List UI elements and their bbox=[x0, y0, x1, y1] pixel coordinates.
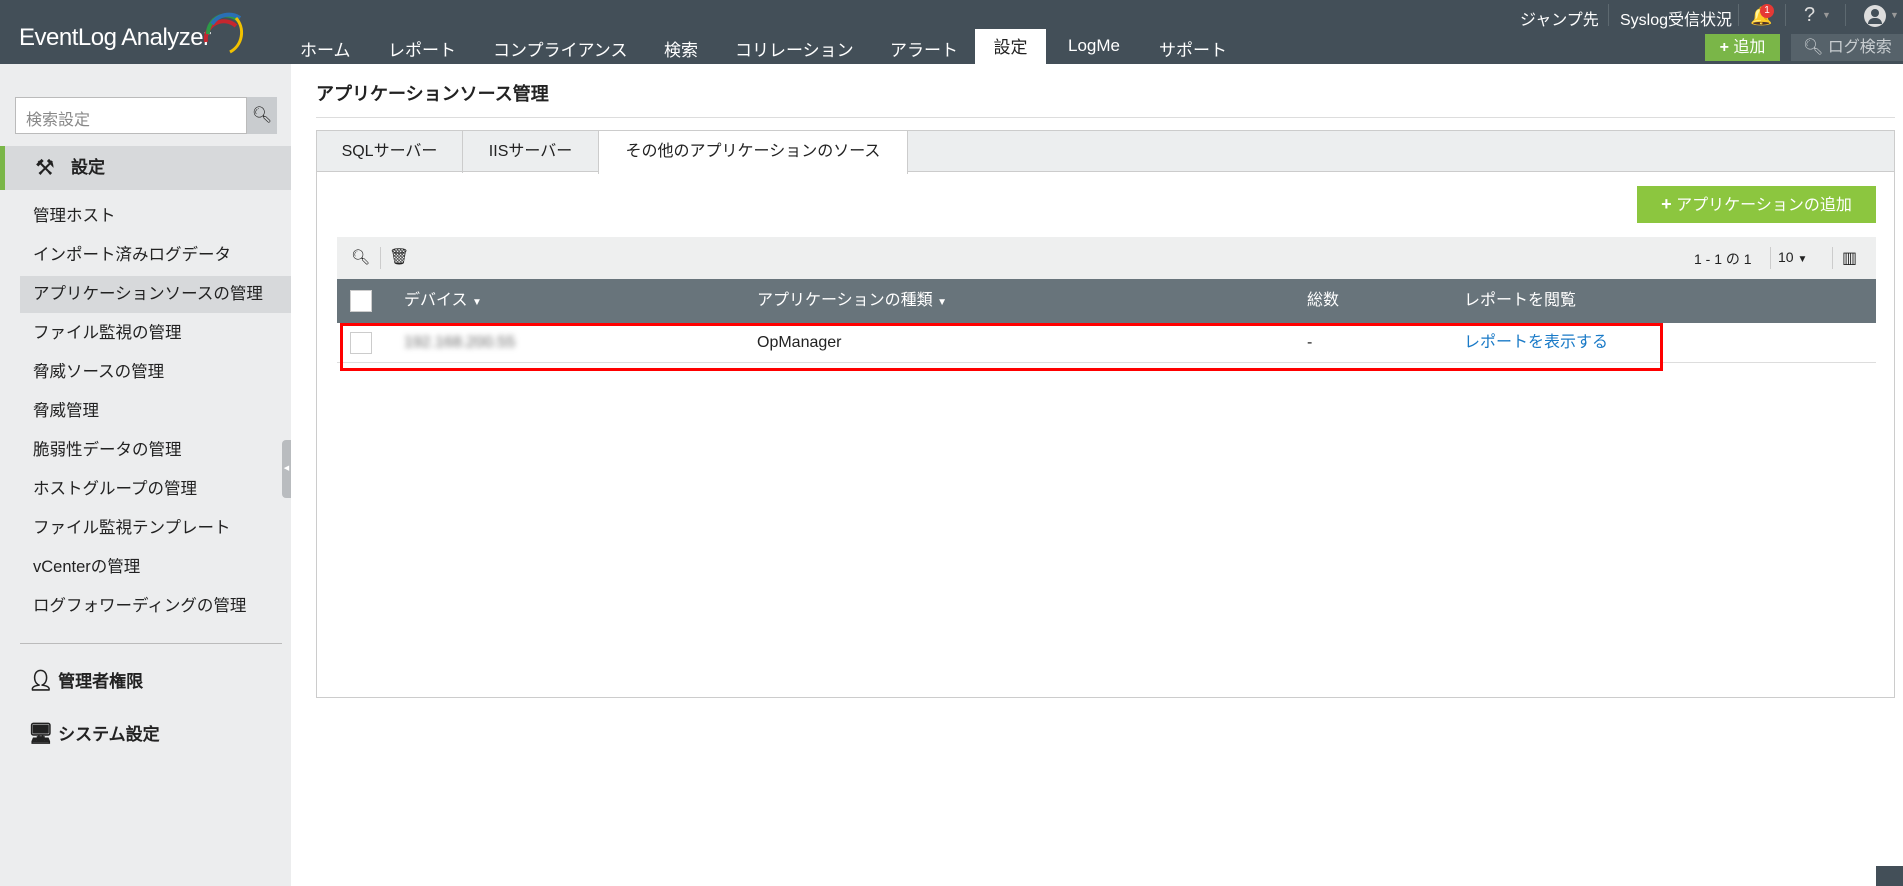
highlight-box bbox=[340, 323, 1663, 371]
syslog-status-link[interactable]: Syslog受信状況 bbox=[1620, 6, 1732, 30]
add-application-button[interactable]: + アプリケーションの追加 bbox=[1637, 186, 1876, 223]
section-label: 管理者権限 bbox=[58, 672, 144, 691]
search-button[interactable]: 🔍︎ bbox=[247, 97, 277, 134]
sort-down-icon: ▼ bbox=[937, 297, 948, 308]
sidebar-item-file-monitor-templates[interactable]: ファイル監視テンプレート bbox=[20, 510, 291, 547]
plus-icon: + bbox=[1661, 194, 1672, 214]
column-total: 総数 bbox=[1307, 292, 1340, 309]
sidebar-item-threat-management[interactable]: 脅威管理 bbox=[20, 393, 291, 430]
sidebar-item-host-groups[interactable]: ホストグループの管理 bbox=[20, 471, 291, 508]
nav-settings[interactable]: 設定 bbox=[975, 29, 1046, 64]
sidebar-item-vulnerability-data[interactable]: 脆弱性データの管理 bbox=[20, 432, 291, 469]
sidebar-item-file-monitoring[interactable]: ファイル監視の管理 bbox=[20, 315, 291, 352]
plus-icon: + bbox=[1719, 39, 1734, 56]
nav-alerts[interactable]: アラート bbox=[890, 36, 958, 61]
user-avatar-icon[interactable] bbox=[1864, 5, 1886, 27]
nav-logme[interactable]: LogMe bbox=[1068, 36, 1120, 56]
divider bbox=[20, 643, 282, 644]
chevron-down-icon: ▼ bbox=[1797, 254, 1808, 265]
divider bbox=[1845, 4, 1846, 26]
sidebar-item-imported-logs[interactable]: インポート済みログデータ bbox=[20, 237, 291, 274]
logo-arc-icon bbox=[203, 12, 244, 54]
monitor-gear-icon: 🖥︎ bbox=[28, 723, 54, 745]
notification-badge: 1 bbox=[1760, 4, 1774, 18]
tools-icon: ⚒ bbox=[35, 155, 55, 180]
tab-iis-server[interactable]: IISサーバー bbox=[463, 131, 599, 173]
nav-correlation[interactable]: コリレーション bbox=[735, 36, 854, 61]
page-size-select[interactable]: 10 ▼ bbox=[1778, 249, 1807, 265]
section-label: システム設定 bbox=[58, 725, 160, 744]
chevron-down-icon: ▼ bbox=[1890, 10, 1899, 20]
pagination-info: 1 - 1 の 1 bbox=[1694, 251, 1752, 267]
sidebar-item-threat-sources[interactable]: 脅威ソースの管理 bbox=[20, 354, 291, 391]
chat-widget-button[interactable] bbox=[1876, 866, 1903, 886]
tab-other-sources[interactable]: その他のアプリケーションのソース bbox=[598, 131, 908, 174]
settings-search-input[interactable]: 検索設定 bbox=[15, 97, 247, 134]
trash-icon[interactable]: 🗑︎ bbox=[389, 247, 409, 267]
divider bbox=[1785, 4, 1786, 26]
column-chooser-icon[interactable]: ▥ bbox=[1842, 248, 1857, 268]
add-application-label: アプリケーションの追加 bbox=[1676, 197, 1852, 214]
column-label: アプリケーションの種類 bbox=[757, 292, 933, 309]
jump-to-link[interactable]: ジャンプ先 bbox=[1520, 6, 1599, 30]
nav-support[interactable]: サポート bbox=[1159, 36, 1227, 61]
sidebar-item-managed-hosts[interactable]: 管理ホスト bbox=[20, 198, 291, 235]
table-header: デバイス ▼ アプリケーションの種類 ▼ 総数 レポートを閲覧 bbox=[337, 279, 1876, 323]
divider bbox=[316, 117, 1895, 118]
chevron-down-icon: ▼ bbox=[1822, 10, 1831, 20]
divider bbox=[380, 247, 381, 269]
notifications-button[interactable]: 🔔 1 bbox=[1750, 4, 1774, 28]
sidebar-section-settings[interactable]: ⚒ 設定 bbox=[0, 146, 291, 190]
divider bbox=[1770, 247, 1771, 269]
logo[interactable]: EventLog Analyzer bbox=[19, 24, 211, 52]
help-icon[interactable]: ? bbox=[1804, 4, 1815, 27]
section-label: 設定 bbox=[71, 158, 105, 177]
divider bbox=[1608, 4, 1609, 26]
column-app-type[interactable]: アプリケーションの種類 ▼ bbox=[757, 279, 947, 325]
page-title: アプリケーションソース管理 bbox=[316, 84, 549, 104]
collapse-sidebar-handle[interactable]: ◀ bbox=[282, 440, 291, 498]
log-search-input[interactable]: 🔍︎ ログ検索 bbox=[1791, 34, 1903, 61]
add-button[interactable]: + 追加 bbox=[1705, 34, 1780, 61]
column-device[interactable]: デバイス ▼ bbox=[404, 279, 482, 325]
search-filter-icon[interactable]: 🔍︎ bbox=[351, 248, 370, 266]
nav-compliance[interactable]: コンプライアンス bbox=[493, 36, 627, 61]
sidebar-section-system[interactable]: 🖥︎ システム設定 bbox=[28, 720, 160, 746]
search-icon: 🔍︎ bbox=[1803, 39, 1828, 56]
page-size-value: 10 bbox=[1778, 249, 1794, 265]
table-toolbar: 🔍︎ 🗑︎ 1 - 1 の 1 10 ▼ ▥ bbox=[337, 237, 1876, 279]
nav-search[interactable]: 検索 bbox=[664, 36, 698, 61]
tab-sql-server[interactable]: SQLサーバー bbox=[317, 131, 463, 173]
top-bar: EventLog Analyzer ホーム レポート コンプライアンス 検索 コ… bbox=[0, 0, 1903, 64]
user-gear-icon: 👤︎ bbox=[28, 670, 54, 692]
sidebar-item-vcenter[interactable]: vCenterの管理 bbox=[20, 549, 291, 586]
select-all-checkbox[interactable] bbox=[350, 290, 372, 312]
sidebar-item-log-forwarding[interactable]: ログフォワーディングの管理 bbox=[20, 588, 291, 625]
column-view-report: レポートを閲覧 bbox=[1464, 292, 1577, 309]
search-icon: 🔍︎ bbox=[251, 107, 273, 124]
column-label: デバイス bbox=[404, 292, 468, 309]
sort-down-icon: ▼ bbox=[471, 297, 482, 308]
divider bbox=[1738, 4, 1739, 26]
sidebar-section-admin[interactable]: 👤︎ 管理者権限 bbox=[28, 667, 143, 693]
divider bbox=[1832, 247, 1833, 269]
nav-reports[interactable]: レポート bbox=[388, 36, 456, 61]
sidebar-item-app-sources[interactable]: アプリケーションソースの管理 bbox=[20, 276, 291, 313]
add-label: 追加 bbox=[1733, 39, 1766, 56]
nav-home[interactable]: ホーム bbox=[300, 36, 351, 61]
log-search-label: ログ検索 bbox=[1827, 39, 1892, 56]
